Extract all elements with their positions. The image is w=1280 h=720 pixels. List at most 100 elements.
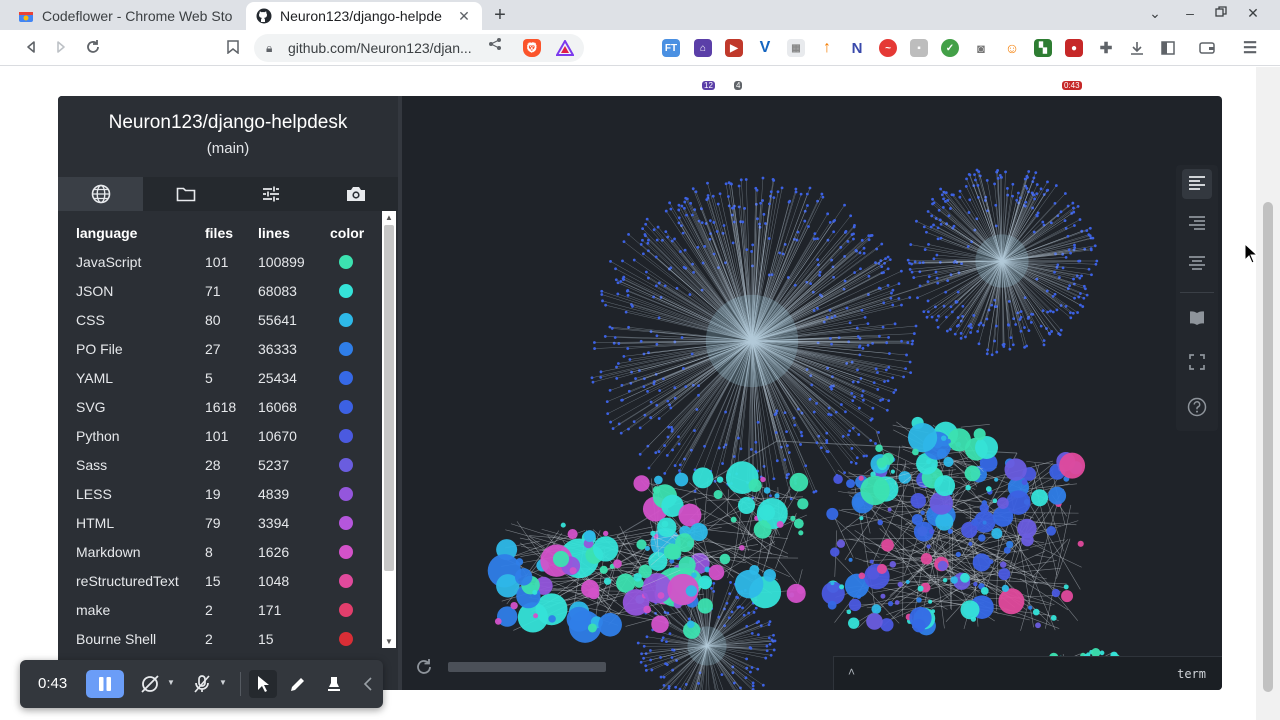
highlighter-tool-button[interactable] bbox=[322, 672, 346, 696]
table-row[interactable]: Sass 28 5237 bbox=[58, 450, 382, 479]
share-icon[interactable] bbox=[488, 37, 502, 54]
timeline-slider[interactable] bbox=[448, 662, 606, 672]
color-swatch[interactable] bbox=[339, 429, 353, 443]
brave-rewards-icon[interactable] bbox=[556, 39, 574, 57]
scroll-up-icon[interactable]: ▲ bbox=[385, 213, 393, 222]
graph-node bbox=[1046, 526, 1057, 536]
tab-languages[interactable] bbox=[58, 177, 143, 211]
extension-badge-icon[interactable]: ⌂ bbox=[694, 39, 712, 57]
color-swatch[interactable] bbox=[339, 371, 353, 385]
table-row[interactable]: Markdown 8 1626 bbox=[58, 537, 382, 566]
table-row[interactable]: make 2 171 bbox=[58, 595, 382, 624]
graph-node bbox=[643, 233, 647, 236]
color-swatch[interactable] bbox=[339, 487, 353, 501]
graph-node bbox=[1048, 486, 1067, 505]
extension-n-icon[interactable]: N bbox=[848, 39, 866, 57]
back-icon[interactable] bbox=[20, 36, 42, 58]
table-row[interactable]: YAML 5 25434 bbox=[58, 363, 382, 392]
color-swatch[interactable] bbox=[339, 632, 353, 646]
vimium-icon[interactable]: V bbox=[756, 39, 774, 57]
graph-node bbox=[855, 326, 859, 330]
brave-shield-icon[interactable]: 🦁︎ bbox=[523, 39, 541, 57]
extension-recorder-icon[interactable]: ● bbox=[1065, 39, 1083, 57]
extensions-puzzle-icon[interactable]: ✚ bbox=[1097, 39, 1115, 57]
table-row[interactable]: Python 101 10670 bbox=[58, 421, 382, 450]
color-swatch[interactable] bbox=[339, 342, 353, 356]
pointer-tool[interactable] bbox=[251, 672, 275, 696]
table-row[interactable]: reStructuredText 15 1048 bbox=[58, 566, 382, 595]
extension-red-circle-icon[interactable]: ~ bbox=[879, 39, 897, 57]
color-swatch[interactable] bbox=[339, 574, 353, 588]
forward-icon[interactable] bbox=[50, 36, 72, 58]
extension-check-icon[interactable]: ✓ bbox=[941, 39, 959, 57]
color-swatch[interactable] bbox=[339, 545, 353, 559]
mic-off-button[interactable] bbox=[190, 672, 214, 696]
close-window-icon[interactable]: ✕ bbox=[1244, 5, 1262, 22]
reload-icon[interactable] bbox=[82, 36, 104, 58]
mic-options-chevron-icon[interactable]: ▼ bbox=[219, 678, 227, 687]
terminal-panel[interactable]: ˄ term bbox=[833, 656, 1222, 690]
minimize-icon[interactable]: – bbox=[1181, 5, 1199, 21]
new-tab-button[interactable]: + bbox=[490, 4, 510, 27]
extension-camera-icon[interactable]: ◙ bbox=[972, 39, 990, 57]
tab-codeflower[interactable]: Codeflower - Chrome Web Sto bbox=[8, 2, 244, 30]
table-row[interactable]: JavaScript 101 100899 bbox=[58, 247, 382, 276]
docs-button[interactable] bbox=[1182, 303, 1212, 333]
table-row[interactable]: HTML 79 3394 bbox=[58, 508, 382, 537]
graph-node bbox=[642, 385, 646, 389]
bookmark-icon[interactable] bbox=[222, 36, 244, 58]
camera-options-chevron-icon[interactable]: ▼ bbox=[167, 678, 175, 687]
menu-icon[interactable]: ☰ bbox=[1241, 39, 1259, 57]
restore-icon[interactable] bbox=[1212, 5, 1230, 21]
fullscreen-button[interactable] bbox=[1182, 347, 1212, 377]
extension-ft-icon[interactable]: FT bbox=[662, 39, 680, 57]
tab-github[interactable]: Neuron123/django-helpde ✕ bbox=[246, 2, 482, 30]
page-scrollbar[interactable] bbox=[1256, 67, 1280, 720]
lock-icon: 🔒︎ bbox=[266, 40, 273, 55]
code-flower-graph[interactable] bbox=[402, 96, 1222, 690]
tab-settings[interactable] bbox=[228, 177, 313, 211]
table-row[interactable]: PO File 27 36333 bbox=[58, 334, 382, 363]
expand-terminal-icon[interactable]: ˄ bbox=[848, 665, 855, 679]
tab-files[interactable] bbox=[143, 177, 228, 211]
table-row[interactable]: Bourne Shell 2 15 bbox=[58, 624, 382, 648]
color-swatch[interactable] bbox=[339, 284, 353, 298]
sidebar-toggle-icon[interactable] bbox=[1159, 39, 1177, 57]
camera-off-button[interactable] bbox=[138, 672, 162, 696]
table-scrollbar[interactable]: ▲ ▼ bbox=[382, 211, 396, 648]
pause-button[interactable] bbox=[86, 670, 124, 698]
graph-node bbox=[889, 561, 897, 568]
collapse-recorder-button[interactable] bbox=[356, 672, 380, 696]
color-swatch[interactable] bbox=[339, 603, 353, 617]
graph-node bbox=[844, 229, 848, 233]
table-row[interactable]: CSS 80 55641 bbox=[58, 305, 382, 334]
align-center-button[interactable] bbox=[1182, 249, 1212, 279]
extension-chat-icon[interactable]: ☺ bbox=[1003, 39, 1021, 57]
close-tab-icon[interactable]: ✕ bbox=[456, 8, 472, 25]
align-left-button[interactable] bbox=[1182, 169, 1212, 199]
tab-screenshot[interactable] bbox=[313, 177, 398, 211]
align-right-button[interactable] bbox=[1182, 209, 1212, 239]
extension-game-icon[interactable]: ▚ bbox=[1034, 39, 1052, 57]
extension-arrow-up-icon[interactable]: ↑ bbox=[818, 39, 836, 57]
table-row[interactable]: JSON 71 68083 bbox=[58, 276, 382, 305]
download-icon[interactable] bbox=[1128, 39, 1146, 57]
table-scrollbar-thumb[interactable] bbox=[384, 225, 394, 571]
color-swatch[interactable] bbox=[339, 313, 353, 327]
help-button[interactable] bbox=[1182, 392, 1212, 422]
extension-grid-icon[interactable]: ▦ bbox=[787, 39, 805, 57]
page-scrollbar-thumb[interactable] bbox=[1263, 202, 1273, 692]
table-row[interactable]: SVG 1618 16068 bbox=[58, 392, 382, 421]
extension-gray-icon[interactable]: ▪ bbox=[910, 39, 928, 57]
scroll-down-icon[interactable]: ▼ bbox=[385, 637, 393, 646]
wallet-icon[interactable] bbox=[1198, 39, 1216, 57]
color-swatch[interactable] bbox=[339, 516, 353, 530]
reset-layout-button[interactable] bbox=[414, 657, 434, 677]
table-row[interactable]: LESS 19 4839 bbox=[58, 479, 382, 508]
tab-search-chevron-icon[interactable]: ⌄ bbox=[1146, 5, 1164, 22]
color-swatch[interactable] bbox=[339, 458, 353, 472]
color-swatch[interactable] bbox=[339, 400, 353, 414]
pen-tool-button[interactable] bbox=[286, 672, 310, 696]
color-swatch[interactable] bbox=[339, 255, 353, 269]
extension-youtube-icon[interactable]: ▶ bbox=[725, 39, 743, 57]
